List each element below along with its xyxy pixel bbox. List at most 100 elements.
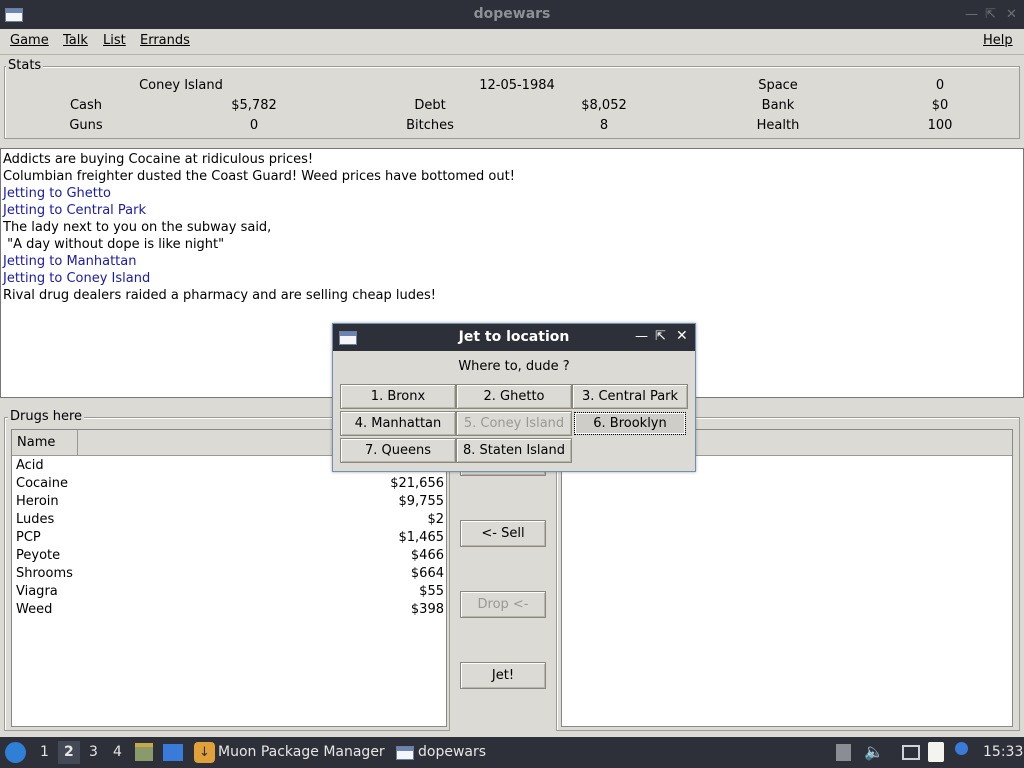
stats-guns-value: 0	[249, 118, 259, 133]
log-line: Columbian freighter dusted the Coast Gua…	[3, 169, 515, 184]
stats-debt-label: Debt	[414, 98, 446, 113]
stats-location: Coney Island	[139, 78, 223, 93]
drug-name: Ludes	[16, 512, 55, 527]
drug-row[interactable]: Viagra $55	[16, 583, 444, 601]
workspace-3[interactable]: 3	[89, 744, 98, 760]
stats-label: Stats	[6, 58, 44, 73]
drop-button[interactable]: Drop <-	[460, 591, 546, 618]
maximize-icon[interactable]: ⇱	[985, 7, 996, 22]
workspace-2[interactable]: 2	[64, 744, 74, 760]
workspace-4[interactable]: 4	[113, 744, 122, 760]
task-dopewars-icon	[396, 746, 414, 760]
notification-icon[interactable]	[955, 742, 968, 755]
minimize-icon[interactable]: —	[965, 7, 978, 22]
drug-row[interactable]: Ludes $2	[16, 511, 444, 529]
sell-button[interactable]: <- Sell	[460, 520, 546, 547]
menu-list[interactable]: List	[103, 33, 126, 48]
stats-guns-label: Guns	[69, 118, 103, 133]
download-icon: ↓	[194, 742, 215, 763]
drug-row[interactable]: Shrooms $664	[16, 565, 444, 583]
log-line: Rival drug dealers raided a pharmacy and…	[3, 288, 436, 303]
drug-price: $21,656	[390, 476, 444, 491]
location-queens-button[interactable]: 7. Queens	[340, 438, 456, 463]
drug-name: Heroin	[16, 494, 59, 509]
clipboard-icon[interactable]	[928, 742, 944, 762]
volume-icon[interactable]: 🔈	[864, 742, 884, 761]
drug-name: Viagra	[16, 584, 58, 599]
location-bronx-button[interactable]: 1. Bronx	[340, 384, 456, 409]
drug-name: Peyote	[16, 548, 61, 563]
jet-dialog: Jet to location — ⇱ ✕ Where to, dude ? 1…	[332, 323, 696, 472]
stats-cash-value: $5,782	[231, 98, 277, 113]
drug-name: PCP	[16, 530, 41, 545]
drug-row[interactable]: Peyote $466	[16, 547, 444, 565]
location-staten-island-button[interactable]: 8. Staten Island	[456, 438, 572, 463]
window-titlebar[interactable]: dopewars — ⇱ ✕	[0, 0, 1024, 29]
close-icon[interactable]: ✕	[1006, 7, 1017, 22]
location-central-park-button[interactable]: 3. Central Park	[572, 384, 688, 409]
drug-name: Shrooms	[16, 566, 73, 581]
log-line: Jetting to Ghetto	[3, 186, 111, 201]
task-muon-package-manager[interactable]: Muon Package Manager	[218, 744, 385, 760]
stats-bank-value: $0	[931, 98, 949, 113]
menu-help[interactable]: Help	[983, 33, 1013, 48]
dialog-titlebar[interactable]: Jet to location — ⇱ ✕	[333, 324, 695, 351]
log-line: "A day without dope is like night"	[3, 237, 225, 252]
stats-cash-label: Cash	[69, 98, 103, 113]
log-line: Jetting to Coney Island	[3, 271, 151, 286]
stats-health-label: Health	[756, 118, 800, 133]
drug-price: $466	[410, 548, 444, 563]
clock[interactable]: 15:33	[983, 744, 1023, 760]
log-line: The lady next to you on the subway said,	[3, 220, 272, 235]
close-icon[interactable]: ✕	[676, 328, 688, 344]
stats-bitches-label: Bitches	[406, 118, 454, 133]
location-coney-island-button[interactable]: 5. Coney Island	[456, 411, 572, 436]
menu-errands[interactable]: Errands	[140, 33, 190, 48]
tray-updates-icon[interactable]	[836, 744, 851, 761]
taskbar: 1 2 3 4 ↓ Muon Package Manager dopewars …	[0, 737, 1024, 768]
drug-price: $55	[419, 584, 444, 599]
stats-bitches-value: 8	[599, 118, 609, 133]
drug-name: Cocaine	[16, 476, 68, 491]
file-manager-icon[interactable]	[135, 743, 153, 761]
drug-row[interactable]: PCP $1,465	[16, 529, 444, 547]
menu-bar: Game Talk List Errands Help	[0, 29, 1024, 55]
drug-price: $664	[410, 566, 444, 581]
stats-space-label: Space	[758, 78, 798, 93]
stats-health-value: 100	[927, 118, 953, 133]
location-ghetto-button[interactable]: 2. Ghetto	[456, 384, 572, 409]
carried-list[interactable]	[561, 429, 1013, 727]
drug-name: Acid	[16, 458, 44, 473]
drug-price: $2	[427, 512, 444, 527]
minimize-icon[interactable]: —	[635, 329, 648, 344]
column-header-name[interactable]: Name	[12, 430, 78, 456]
dialog-prompt: Where to, dude ?	[458, 359, 570, 374]
drug-row[interactable]: Weed $398	[16, 601, 444, 619]
stats-date: 12-05-1984	[479, 78, 555, 93]
log-line: Addicts are buying Cocaine at ridiculous…	[3, 152, 314, 167]
window-title: dopewars	[473, 6, 551, 22]
log-line: Jetting to Central Park	[3, 203, 147, 218]
stats-space-value: 0	[935, 78, 945, 93]
location-brooklyn-button[interactable]: 6. Brooklyn	[574, 412, 686, 435]
maximize-icon[interactable]: ⇱	[655, 329, 666, 344]
drug-name: Weed	[16, 602, 53, 617]
drug-price: $9,755	[398, 494, 445, 509]
workspace-1[interactable]: 1	[40, 744, 49, 760]
start-menu-icon[interactable]	[5, 742, 26, 763]
drugs-here-list[interactable]: Name Acid Cocaine $21,656 Heroin $9,755 Lu…	[11, 429, 447, 727]
log-line: Jetting to Manhattan	[3, 254, 137, 269]
drugs-here-label: Drugs here	[8, 409, 85, 424]
menu-game[interactable]: Game	[10, 33, 49, 48]
menu-talk[interactable]: Talk	[63, 33, 88, 48]
task-dopewars[interactable]: dopewars	[418, 744, 486, 760]
drug-price: $398	[410, 602, 444, 617]
stats-debt-value: $8,052	[581, 98, 627, 113]
drug-price: $1,465	[398, 530, 445, 545]
location-manhattan-button[interactable]: 4. Manhattan	[340, 411, 456, 436]
drug-row[interactable]: Cocaine $21,656	[16, 475, 444, 493]
network-icon[interactable]	[902, 745, 920, 760]
drug-row[interactable]: Heroin $9,755	[16, 493, 444, 511]
show-desktop-icon[interactable]	[163, 744, 183, 761]
jet-button[interactable]: Jet!	[460, 662, 546, 689]
